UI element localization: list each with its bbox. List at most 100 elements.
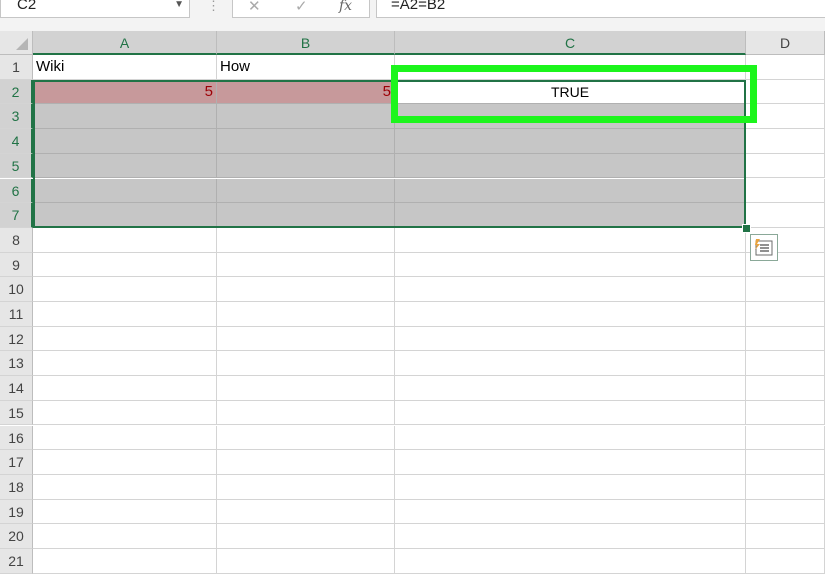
row-header-13[interactable]: 13 (0, 351, 33, 377)
cell-d4[interactable] (746, 129, 825, 154)
cell-d17[interactable] (746, 450, 825, 475)
cell-b20[interactable] (217, 524, 395, 549)
cell-b11[interactable] (217, 302, 395, 327)
column-header-c[interactable]: C (395, 31, 746, 55)
row-header-2[interactable]: 2 (0, 79, 33, 105)
cell-c9[interactable] (395, 252, 746, 278)
row-header-5[interactable]: 5 (0, 153, 33, 179)
cell-c13[interactable] (395, 351, 746, 377)
row-header-9[interactable]: 9 (0, 252, 33, 278)
insert-function-icon[interactable]: fx (339, 0, 352, 14)
cell-a6[interactable] (33, 178, 217, 204)
cell-a1[interactable]: Wiki (33, 55, 217, 80)
row-header-15[interactable]: 15 (0, 400, 33, 426)
name-box[interactable]: C2 ▼ (0, 0, 190, 18)
cell-d10[interactable] (746, 277, 825, 302)
cell-a15[interactable] (33, 400, 217, 426)
row-header-1[interactable]: 1 (0, 55, 33, 80)
cell-c6[interactable] (395, 178, 746, 204)
cell-a21[interactable] (33, 549, 217, 574)
cell-d3[interactable] (746, 104, 825, 130)
cell-a4[interactable] (33, 129, 217, 154)
row-header-6[interactable]: 6 (0, 178, 33, 204)
row-header-20[interactable]: 20 (0, 524, 33, 549)
cell-a14[interactable] (33, 376, 217, 401)
row-header-19[interactable]: 19 (0, 499, 33, 525)
row-header-14[interactable]: 14 (0, 376, 33, 401)
cell-c17[interactable] (395, 450, 746, 475)
cell-b4[interactable] (217, 129, 395, 154)
cell-b19[interactable] (217, 499, 395, 525)
cell-c21[interactable] (395, 549, 746, 574)
cell-b2[interactable]: 5 (217, 79, 395, 105)
cell-b18[interactable] (217, 474, 395, 500)
cell-c16[interactable] (395, 425, 746, 451)
cell-c7[interactable] (395, 203, 746, 228)
cell-b10[interactable] (217, 277, 395, 302)
cell-d16[interactable] (746, 425, 825, 451)
fill-handle[interactable] (742, 224, 751, 233)
row-header-3[interactable]: 3 (0, 104, 33, 130)
cell-a19[interactable] (33, 499, 217, 525)
cancel-icon[interactable]: ✕ (248, 0, 261, 15)
cell-b9[interactable] (217, 252, 395, 278)
select-all-button[interactable] (0, 31, 33, 55)
cell-b16[interactable] (217, 425, 395, 451)
cell-b14[interactable] (217, 376, 395, 401)
cell-d12[interactable] (746, 326, 825, 352)
chevron-down-icon[interactable]: ▼ (174, 0, 184, 10)
column-header-b[interactable]: B (217, 31, 395, 55)
cell-c8[interactable] (395, 227, 746, 253)
cell-b8[interactable] (217, 227, 395, 253)
cell-c15[interactable] (395, 400, 746, 426)
row-header-10[interactable]: 10 (0, 277, 33, 302)
cell-d1[interactable] (746, 55, 825, 80)
cell-c12[interactable] (395, 326, 746, 352)
cell-b7[interactable] (217, 203, 395, 228)
row-header-12[interactable]: 12 (0, 326, 33, 352)
cell-b13[interactable] (217, 351, 395, 377)
cell-a13[interactable] (33, 351, 217, 377)
cell-a8[interactable] (33, 227, 217, 253)
cell-c5[interactable] (395, 153, 746, 179)
cell-a16[interactable] (33, 425, 217, 451)
cell-a3[interactable] (33, 104, 217, 130)
cell-b1[interactable]: How (217, 55, 395, 80)
column-header-a[interactable]: A (33, 31, 217, 55)
cell-c20[interactable] (395, 524, 746, 549)
cell-d7[interactable] (746, 203, 825, 228)
formula-input[interactable]: =A2=B2 (376, 0, 825, 18)
cell-c11[interactable] (395, 302, 746, 327)
cell-d19[interactable] (746, 499, 825, 525)
cell-a9[interactable] (33, 252, 217, 278)
cell-a10[interactable] (33, 277, 217, 302)
cell-d14[interactable] (746, 376, 825, 401)
cell-b15[interactable] (217, 400, 395, 426)
cell-c14[interactable] (395, 376, 746, 401)
cell-c4[interactable] (395, 129, 746, 154)
cell-a5[interactable] (33, 153, 217, 179)
cell-b17[interactable] (217, 450, 395, 475)
cell-a2[interactable]: 5 (33, 79, 217, 105)
cell-b5[interactable] (217, 153, 395, 179)
cell-c19[interactable] (395, 499, 746, 525)
row-header-8[interactable]: 8 (0, 227, 33, 253)
enter-icon[interactable]: ✓ (295, 0, 308, 15)
cell-d5[interactable] (746, 153, 825, 179)
row-header-16[interactable]: 16 (0, 425, 33, 451)
quick-analysis-icon[interactable] (750, 234, 778, 261)
row-header-4[interactable]: 4 (0, 129, 33, 154)
cell-d21[interactable] (746, 549, 825, 574)
cell-d11[interactable] (746, 302, 825, 327)
cell-d13[interactable] (746, 351, 825, 377)
cell-b12[interactable] (217, 326, 395, 352)
cell-d2[interactable] (746, 79, 825, 105)
cell-b21[interactable] (217, 549, 395, 574)
cell-a17[interactable] (33, 450, 217, 475)
cell-b6[interactable] (217, 178, 395, 204)
cell-a7[interactable] (33, 203, 217, 228)
cell-a18[interactable] (33, 474, 217, 500)
cell-c18[interactable] (395, 474, 746, 500)
cell-d6[interactable] (746, 178, 825, 204)
cell-a11[interactable] (33, 302, 217, 327)
